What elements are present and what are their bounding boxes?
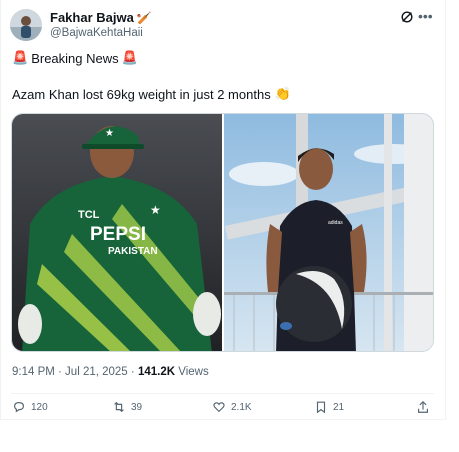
media-grid[interactable]: ★ TCL PEPSI PAKISTAN ★ adidas xyxy=(11,113,434,352)
like-count: 2.1K xyxy=(231,401,252,413)
svg-text:adidas: adidas xyxy=(328,220,343,226)
share-button[interactable] xyxy=(416,400,430,414)
post-timestamp[interactable]: 9:14 PM · Jul 21, 2025 xyxy=(12,366,128,378)
svg-text:★: ★ xyxy=(105,128,114,139)
svg-text:TCL: TCL xyxy=(78,209,100,221)
repost-button[interactable]: 39 xyxy=(112,400,142,414)
repost-count: 39 xyxy=(131,401,143,413)
photo-cricketer-image: ★ TCL PEPSI PAKISTAN ★ xyxy=(12,114,222,351)
photo-gym[interactable]: adidas xyxy=(224,114,433,351)
avatar[interactable] xyxy=(10,9,42,41)
jersey-pepsi-text: PEPSI xyxy=(90,224,146,245)
display-name[interactable]: Fakhar Bajwa xyxy=(50,10,134,25)
post-body-text: Azam Khan lost 69kg weight in just 2 mon… xyxy=(12,86,271,102)
repost-icon xyxy=(114,401,124,413)
svg-text:PAKISTAN: PAKISTAN xyxy=(108,246,158,257)
like-button[interactable]: 2.1K xyxy=(212,400,252,414)
reply-count: 120 xyxy=(31,401,48,413)
breaking-news-text: Breaking News xyxy=(31,50,119,66)
grok-icon[interactable] xyxy=(400,10,414,24)
clapping-hands-emoji: 👏 xyxy=(274,86,291,101)
photo-gym-image: adidas xyxy=(224,114,433,351)
avatar-image xyxy=(10,9,42,41)
user-handle[interactable]: @BajwaKehtaHaii xyxy=(50,27,143,39)
meta-separator: · xyxy=(130,366,135,378)
siren-emoji: 🚨 xyxy=(121,50,138,65)
more-options-icon[interactable]: ••• xyxy=(418,8,433,24)
bookmark-count: 21 xyxy=(333,401,345,413)
views-count: 141.2K xyxy=(137,366,176,378)
author-name-row[interactable]: Fakhar Bajwa 🏏 xyxy=(50,10,152,25)
post-text-line-2: Azam Khan lost 69kg weight in just 2 mon… xyxy=(12,86,291,102)
svg-text:★: ★ xyxy=(150,203,161,217)
post-text-line-1: 🚨 Breaking News 🚨 xyxy=(12,50,138,66)
action-bar: 120 39 2.1K 21 xyxy=(12,400,432,414)
post-meta: 9:14 PM · Jul 21, 2025 · 141.2K Views xyxy=(12,366,209,378)
divider xyxy=(11,393,434,394)
views-label: Views xyxy=(178,366,209,378)
bookmark-icon xyxy=(316,401,326,414)
cricket-emoji: 🏏 xyxy=(136,10,152,25)
reply-button[interactable]: 120 xyxy=(12,400,48,414)
siren-emoji: 🚨 xyxy=(12,50,29,65)
photo-cricketer[interactable]: ★ TCL PEPSI PAKISTAN ★ xyxy=(12,114,222,351)
heart-icon xyxy=(213,402,225,413)
share-icon xyxy=(418,400,428,413)
reply-icon xyxy=(14,402,24,413)
bookmark-button[interactable]: 21 xyxy=(314,400,344,414)
